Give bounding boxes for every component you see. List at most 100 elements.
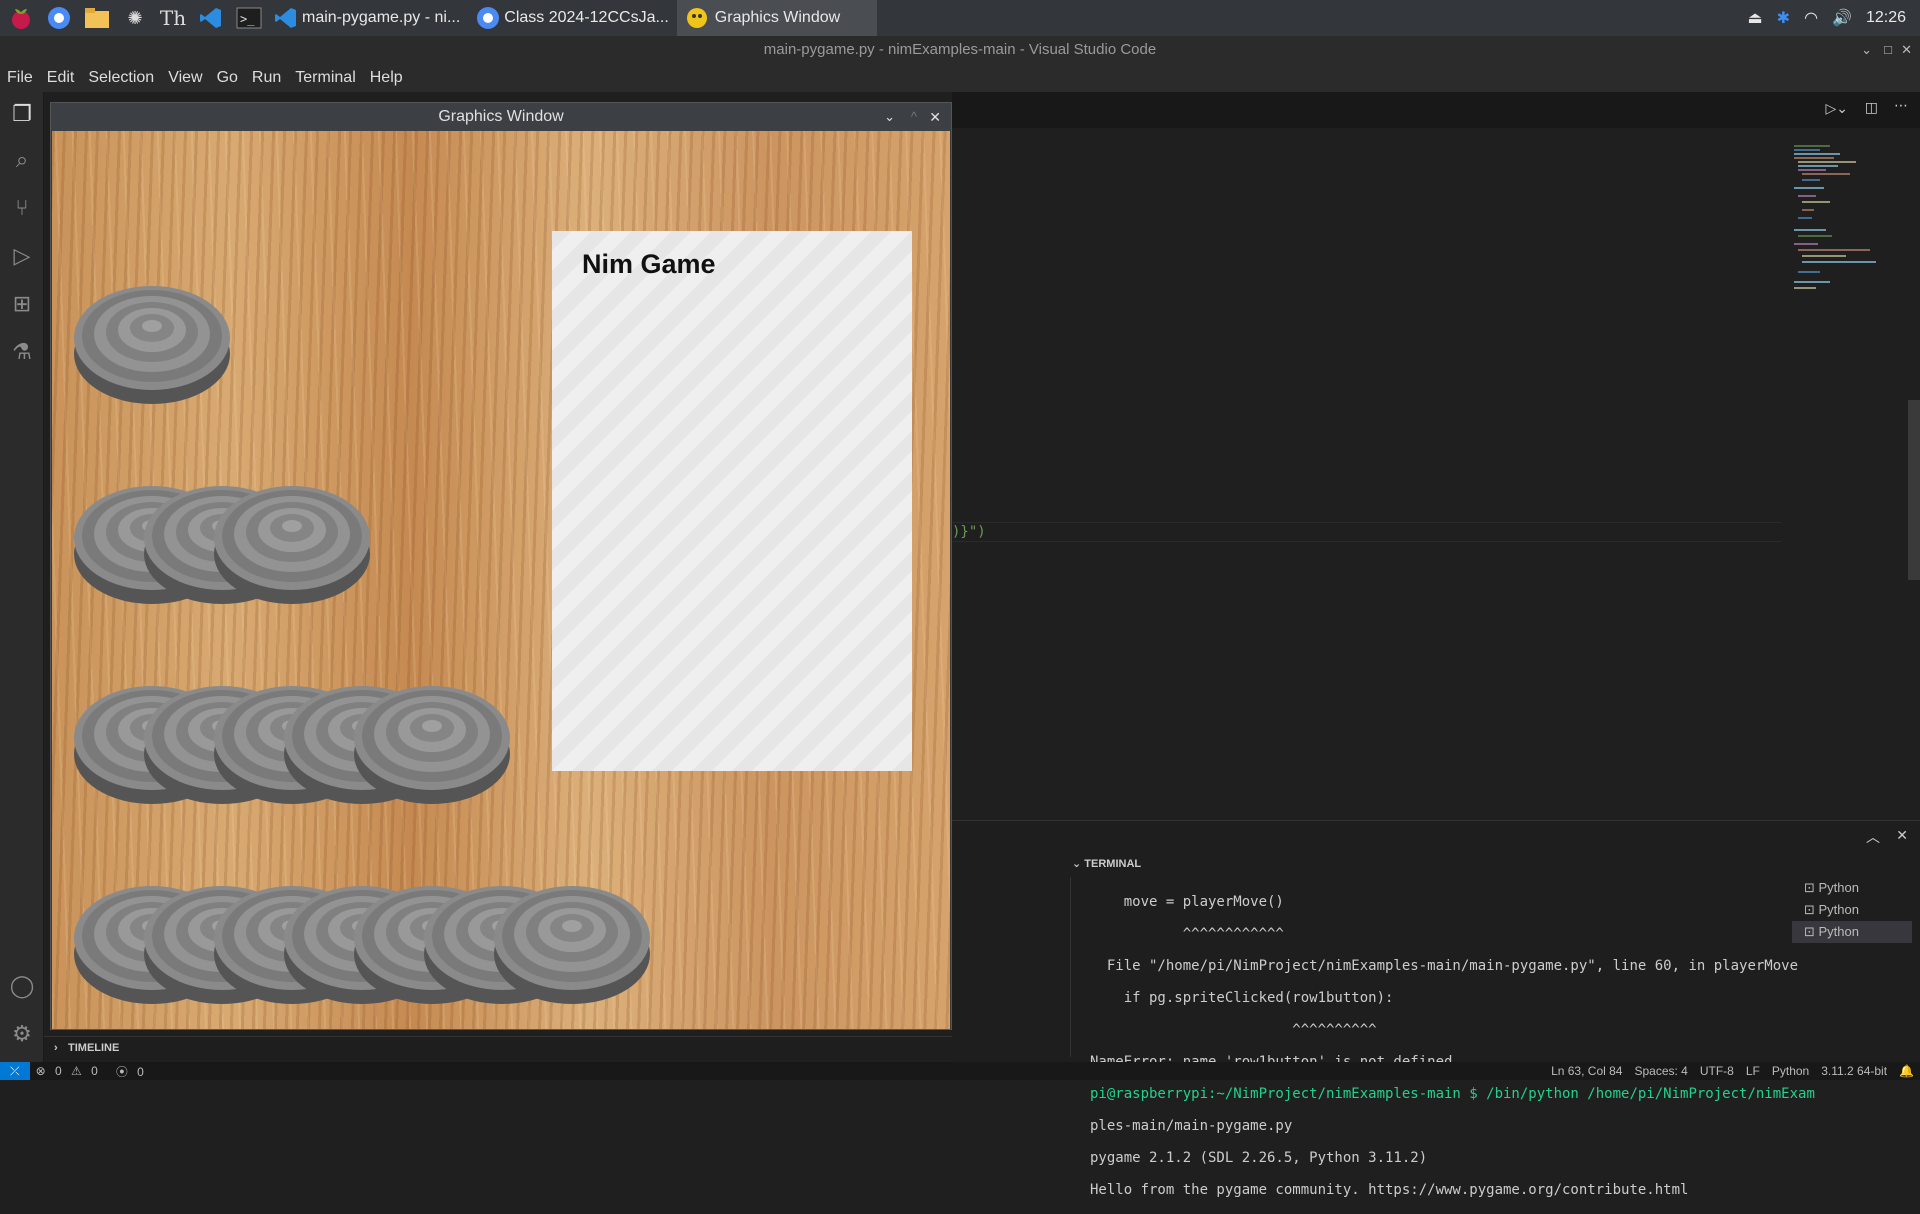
status-bar: ⤫ ⊗ 0 ⚠ 0 ⦿ 0 Ln 63, Col 84 Spaces: 4 UT… <box>0 1062 1920 1080</box>
task-vscode[interactable]: main-pygame.py - ni... <box>266 0 468 36</box>
minimap[interactable] <box>1790 140 1880 310</box>
chevron-down-icon: ⌄ <box>1072 858 1082 870</box>
close-panel-icon[interactable]: ✕ <box>1896 827 1908 844</box>
terminal-line: if pg.spriteClicked(row1button): <box>1090 990 1394 1006</box>
code-fragment: )}") <box>952 524 986 540</box>
port-count: 0 <box>137 1064 144 1079</box>
menu-go[interactable]: Go <box>210 69 245 87</box>
terminal-item[interactable]: ⊡ Python <box>1792 899 1912 921</box>
close-icon[interactable]: ✕ <box>1901 36 1912 64</box>
menu-run[interactable]: Run <box>245 69 288 87</box>
ports-status[interactable]: ⦿ 0 <box>110 1063 156 1080</box>
task-graphics-window[interactable]: Graphics Window <box>676 0 877 36</box>
timeline-label: TIMELINE <box>68 1042 120 1054</box>
chevron-right-icon: › <box>54 1042 58 1054</box>
game-title: Nim Game <box>582 249 716 279</box>
account-icon[interactable]: ◯ <box>8 972 36 1000</box>
terminal-item-label: Python <box>1818 924 1859 939</box>
maximize-icon[interactable]: □ <box>1884 36 1892 64</box>
cursor-position[interactable]: Ln 63, Col 84 <box>1545 1064 1628 1078</box>
menu-terminal[interactable]: Terminal <box>288 69 362 87</box>
run-icon[interactable]: ▷⌄ <box>1826 100 1849 117</box>
editor-area[interactable] <box>952 92 1920 820</box>
source-control-icon[interactable]: ⑂ <box>8 194 36 222</box>
terminal-line: File "/home/pi/NimProject/nimExamples-ma… <box>1090 958 1799 974</box>
graphics-window: Graphics Window ⌄ ^ ✕ Nim Game <box>50 102 952 1030</box>
problems-status[interactable]: ⊗ 0 ⚠ 0 <box>30 1064 110 1078</box>
terminal-item-label: Python <box>1818 880 1859 895</box>
warning-count: 0 <box>91 1064 98 1078</box>
game-canvas[interactable]: Nim Game <box>52 131 950 1029</box>
close-icon[interactable]: ✕ <box>929 103 941 131</box>
timeline-section[interactable]: › TIMELINE <box>44 1036 952 1060</box>
volume-icon[interactable]: 🔊 <box>1832 8 1852 28</box>
encoding[interactable]: UTF-8 <box>1694 1064 1740 1078</box>
terminal-output[interactable]: move = playerMove() ^^^^^^^^^^^^ File "/… <box>1090 878 1815 1214</box>
minimize-icon[interactable]: ⌄ <box>884 103 895 131</box>
notifications-icon[interactable]: 🔔 <box>1893 1064 1920 1078</box>
maximize-icon[interactable]: ^ <box>911 103 917 131</box>
terminal-line: ^^^^^^^^^^^^ <box>1090 926 1284 942</box>
python-interpreter[interactable]: 3.11.2 64-bit <box>1815 1064 1893 1078</box>
terminal-line: pygame 2.1.2 (SDL 2.26.5, Python 3.11.2) <box>1090 1150 1428 1166</box>
editor-scrollbar[interactable] <box>1908 400 1920 580</box>
nim-chip[interactable] <box>492 876 652 1006</box>
clock[interactable]: 12:26 <box>1866 9 1906 27</box>
terminal-icon: ⊡ <box>1804 924 1819 939</box>
terminal-list: ⊡ Python ⊡ Python ⊡ Python <box>1792 877 1912 957</box>
nim-chip[interactable] <box>212 476 372 606</box>
explorer-icon[interactable]: ❐ <box>8 100 36 128</box>
terminal-line: ples-main/main-pygame.py <box>1090 1118 1293 1134</box>
extensions-icon[interactable]: ⊞ <box>8 290 36 318</box>
minimize-icon[interactable]: ⌄ <box>1861 36 1872 64</box>
terminal-item[interactable]: ⊡ Python <box>1792 877 1912 899</box>
terminal-icon[interactable]: >_ <box>232 3 266 33</box>
eject-icon[interactable]: ⏏ <box>1748 8 1763 28</box>
nim-chip[interactable] <box>352 676 512 806</box>
terminal-section-header[interactable]: ⌄ TERMINAL <box>1072 857 1232 873</box>
terminal-line: move = playerMove() <box>1090 894 1284 910</box>
vscode-icon[interactable] <box>194 3 228 33</box>
menu-view[interactable]: View <box>161 69 209 87</box>
task-label: main-pygame.py - ni... <box>302 9 461 26</box>
browser-icon <box>477 7 500 29</box>
vscode-title-bar: main-pygame.py - nimExamples-main - Visu… <box>0 36 1920 64</box>
settings-gear-icon[interactable]: ⚙ <box>8 1020 36 1048</box>
language-mode[interactable]: Python <box>1766 1064 1815 1078</box>
split-editor-icon[interactable]: ◫ <box>1865 99 1878 116</box>
wifi-icon[interactable]: ◠ <box>1804 8 1818 28</box>
remote-icon[interactable]: ⤫ <box>0 1062 30 1080</box>
indentation[interactable]: Spaces: 4 <box>1628 1064 1693 1078</box>
terminal-item[interactable]: ⊡ Python <box>1792 921 1912 943</box>
menu-edit[interactable]: Edit <box>40 69 82 87</box>
menu-help[interactable]: Help <box>363 69 410 87</box>
graphics-window-titlebar[interactable]: Graphics Window ⌄ ^ ✕ <box>51 103 951 131</box>
terminal-line: Hello from the pygame community. https:/… <box>1090 1182 1689 1198</box>
run-debug-icon[interactable]: ▷ <box>8 242 36 270</box>
bluetooth-icon[interactable]: ✱ <box>1777 8 1790 28</box>
terminal-line: ^^^^^^^^^^ <box>1090 1022 1377 1038</box>
more-actions-icon[interactable]: ⋯ <box>1894 97 1908 114</box>
search-icon[interactable]: ⌕ <box>8 146 36 174</box>
browser-icon[interactable] <box>42 3 76 33</box>
raspberry-menu-icon[interactable] <box>4 3 38 33</box>
pygame-icon <box>686 8 707 28</box>
terminal-item-label: Python <box>1818 902 1859 917</box>
terminal-icon: ⊡ <box>1804 902 1819 917</box>
menu-file[interactable]: File <box>0 69 40 87</box>
nim-chip[interactable] <box>72 276 232 406</box>
mathematica-icon[interactable]: ✺ <box>118 3 152 33</box>
terminal-prompt-line: pi@raspberrypi:~/NimProject/nimExamples-… <box>1090 1086 1815 1102</box>
testing-icon[interactable]: ⚗ <box>8 338 36 366</box>
error-count: 0 <box>55 1064 62 1078</box>
end-of-line[interactable]: LF <box>1740 1064 1766 1078</box>
task-browser[interactable]: Class 2024-12CCsJa... <box>468 0 677 36</box>
info-panel: Nim Game <box>552 231 912 771</box>
maximize-panel-icon[interactable]: ︿ <box>1866 827 1880 847</box>
thonny-icon[interactable]: Th <box>156 3 190 33</box>
vscode-icon <box>275 8 296 28</box>
menu-selection[interactable]: Selection <box>81 69 161 87</box>
graphics-window-title: Graphics Window <box>438 108 564 125</box>
task-label: Class 2024-12CCsJa... <box>504 9 669 26</box>
file-manager-icon[interactable] <box>80 3 114 33</box>
